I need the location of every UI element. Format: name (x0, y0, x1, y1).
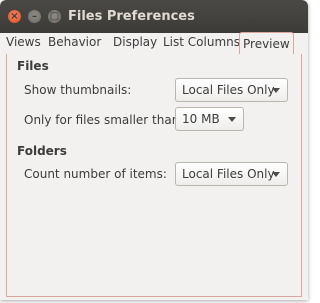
tab-views[interactable]: Views (6, 33, 41, 53)
files-heading: Files (17, 59, 49, 73)
title-bar[interactable]: × – □ Files Preferences (0, 0, 308, 33)
preferences-window: × – □ Files Preferences Views Behavior D… (0, 0, 308, 300)
count-items-label: Count number of items: (24, 167, 167, 181)
size-limit-label: Only for files smaller than: (24, 113, 184, 127)
preview-panel: Files Show thumbnails: Local Files Only … (6, 54, 302, 297)
tab-behavior[interactable]: Behavior (48, 33, 101, 53)
size-limit-value: 10 MB (182, 112, 220, 126)
show-thumbnails-dropdown[interactable]: Local Files Only (175, 78, 288, 102)
count-items-value: Local Files Only (182, 167, 275, 181)
show-thumbnails-value: Local Files Only (182, 83, 275, 97)
chevron-down-icon (272, 172, 280, 177)
size-limit-dropdown[interactable]: 10 MB (175, 107, 244, 131)
chevron-down-icon (228, 117, 236, 122)
tab-preview[interactable]: Preview (239, 32, 294, 55)
minimize-icon[interactable]: – (28, 10, 41, 23)
tab-display[interactable]: Display (113, 33, 157, 53)
window-title: Files Preferences (68, 9, 195, 24)
tab-list-columns[interactable]: List Columns (163, 33, 240, 53)
show-thumbnails-label: Show thumbnails: (24, 83, 132, 97)
folders-heading: Folders (17, 144, 67, 158)
chevron-down-icon (272, 88, 280, 93)
tab-bar: Views Behavior Display List Columns Prev… (6, 32, 302, 55)
count-items-dropdown[interactable]: Local Files Only (175, 162, 288, 186)
close-icon[interactable]: × (8, 10, 21, 23)
maximize-icon[interactable]: □ (48, 10, 61, 23)
